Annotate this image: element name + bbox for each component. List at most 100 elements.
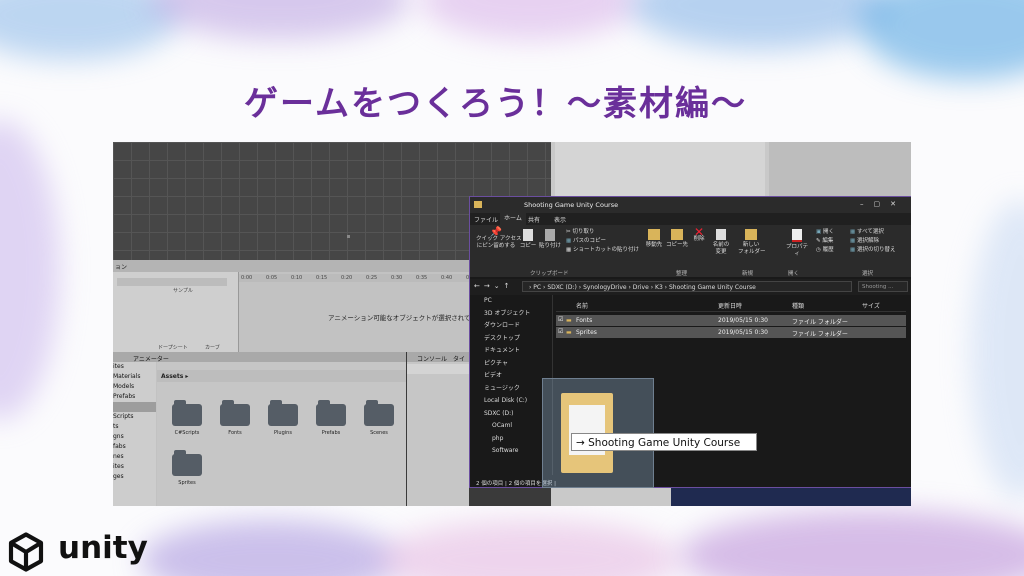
path-icon: ▦	[566, 238, 573, 244]
asset-folder[interactable]: Scenes	[359, 400, 399, 436]
file-row[interactable]: ☑ ▬ Fonts 2019/05/15 0:30 ファイル フォルダー	[556, 315, 906, 326]
screenshot-area: ョン サンプル ドープシート カーブ 0:00 0:05 0:10 0:15 0:20 0…	[113, 142, 911, 506]
file-name: Sprites	[576, 329, 597, 336]
tree-item[interactable]: fabs	[113, 442, 156, 452]
rename-icon	[716, 229, 726, 240]
copy-to-button[interactable]: コピー先	[666, 229, 688, 249]
asset-folder[interactable]: Fonts	[215, 400, 255, 436]
ruler-tick: 0:35	[416, 275, 428, 281]
tree-item[interactable]: ts	[113, 422, 156, 432]
tree-item[interactable]: Models	[113, 382, 156, 392]
nav-item[interactable]: Software	[470, 445, 552, 458]
tree-item[interactable]: gns	[113, 432, 156, 442]
nav-item[interactable]: ダウンロード	[470, 320, 552, 333]
select-none-button[interactable]: ▦ 選択解除	[850, 238, 879, 245]
ribbon: 📌 クイック アクセス にピン留めする コピー 貼り付け ✂ 切り取り ▦ パスの…	[470, 225, 911, 277]
copy-path-button[interactable]: ▦ パスのコピー	[566, 238, 606, 245]
tree-item[interactable]: Scripts	[113, 412, 156, 422]
drag-tooltip: → Shooting Game Unity Course	[571, 433, 757, 451]
tree-item[interactable]: Prefabs	[113, 392, 156, 402]
assets-view: Assets ▸ C#Scripts Fonts Plugins Prefabs Sce…	[157, 362, 406, 506]
pin-quick-access-button[interactable]: 📌 クイック アクセス にピン留めする	[476, 227, 521, 250]
nav-arrows-icon[interactable]: ←→⌄↑	[474, 282, 513, 290]
dopesheet-button[interactable]: ドープシート	[158, 344, 188, 351]
col-type[interactable]: 種類	[792, 301, 804, 310]
tree-item[interactable]: ites	[113, 362, 156, 372]
window-title: Shooting Game Unity Course	[524, 201, 619, 209]
edit-button[interactable]: ✎ 編集	[816, 238, 833, 245]
assets-breadcrumb[interactable]: Assets ▸	[161, 373, 188, 380]
paste-button[interactable]: 貼り付け	[538, 229, 562, 250]
folder-icon: ▬	[566, 317, 572, 324]
nav-item[interactable]: PC	[470, 295, 552, 308]
console-panel: コンソール タイム	[407, 352, 469, 506]
file-row[interactable]: ☑ ▬ Sprites 2019/05/15 0:30 ファイル フォルダー	[556, 327, 906, 338]
checkbox-icon[interactable]: ☑	[558, 328, 563, 335]
ribbon-tab[interactable]: ファイル	[474, 215, 498, 224]
animation-tab[interactable]: ョン	[115, 262, 127, 271]
asset-folder-label: Fonts	[228, 430, 242, 436]
copy-to-icon	[671, 229, 683, 240]
nav-item[interactable]: ピクチャ	[470, 358, 552, 371]
asset-folder[interactable]: C#Scripts	[167, 400, 207, 436]
nav-item[interactable]: ビデオ	[470, 370, 552, 383]
tree-item[interactable]: Materials	[113, 372, 156, 382]
select-all-button[interactable]: ▦ すべて選択	[850, 229, 884, 236]
open-icon: ▣	[816, 229, 823, 235]
history-button[interactable]: ◷ 履歴	[816, 247, 834, 254]
file-name: Fonts	[576, 317, 593, 324]
paste-shortcut-button[interactable]: ▦ ショートカットの貼り付け	[566, 247, 639, 254]
select-none-icon: ▦	[850, 238, 857, 244]
asset-folder[interactable]: Prefabs	[311, 400, 351, 436]
nav-item[interactable]: php	[470, 433, 552, 446]
tree-item[interactable]	[113, 402, 156, 412]
invert-selection-button[interactable]: ▦ 選択の切り替え	[850, 247, 895, 254]
ribbon-tab[interactable]: ホーム	[500, 213, 526, 225]
asset-folder[interactable]: Plugins	[263, 400, 303, 436]
nav-item[interactable]: ドキュメント	[470, 345, 552, 358]
window-controls[interactable]: –▢✕	[860, 200, 906, 208]
open-button[interactable]: ▣ 開く	[816, 229, 834, 236]
nav-item[interactable]: 3D オブジェクト	[470, 308, 552, 321]
folder-icon	[172, 450, 202, 476]
ruler-tick: 0:30	[391, 275, 403, 281]
pin-icon: 📌	[489, 227, 503, 238]
console-tab[interactable]: コンソール	[417, 354, 447, 363]
curves-button[interactable]: カーブ	[205, 344, 220, 351]
col-modified[interactable]: 更新日時	[718, 301, 742, 310]
tree-item[interactable]: ites	[113, 462, 156, 472]
ribbon-group-label: クリップボード	[530, 271, 569, 277]
copy-button[interactable]: コピー	[518, 229, 538, 250]
col-name[interactable]: 名前	[576, 301, 588, 310]
cut-button[interactable]: ✂ 切り取り	[566, 229, 594, 236]
nav-item[interactable]: ミュージック	[470, 383, 552, 396]
file-type: ファイル フォルダー	[792, 331, 848, 338]
folder-icon	[172, 400, 202, 426]
file-modified: 2019/05/15 0:30	[718, 317, 768, 324]
explorer-titlebar[interactable]: Shooting Game Unity Course –▢✕	[470, 197, 911, 213]
col-size[interactable]: サイズ	[862, 301, 880, 310]
new-folder-button[interactable]: 新しい フォルダー	[738, 229, 766, 256]
nav-item[interactable]: OCaml	[470, 420, 552, 433]
delete-button[interactable]: ✕ 削除	[690, 226, 708, 243]
unity-logo-icon	[8, 532, 44, 572]
search-input[interactable]: Shooting ...	[858, 281, 908, 292]
nav-item[interactable]: SDXC (D:)	[470, 408, 552, 421]
folder-icon	[316, 400, 346, 426]
nav-item[interactable]: Local Disk (C:)	[470, 395, 552, 408]
asset-folder-label: C#Scripts	[174, 430, 200, 436]
project-panel: アニメーター ites Materials Models Prefabs Scripts…	[113, 352, 406, 506]
tree-item[interactable]: ges	[113, 472, 156, 482]
move-to-button[interactable]: 移動先	[644, 229, 664, 249]
rename-button[interactable]: 名前の 変更	[710, 229, 732, 256]
address-bar[interactable]: › PC › SDXC (D:) › SynologyDrive › Drive…	[522, 281, 852, 292]
arrow-icon: →	[576, 437, 589, 449]
ribbon-tab[interactable]: 表示	[554, 215, 566, 224]
asset-folder[interactable]: Sprites	[167, 450, 207, 486]
ribbon-tab[interactable]: 共有	[528, 215, 540, 224]
tree-item[interactable]: nes	[113, 452, 156, 462]
properties-button[interactable]: プロパティ	[784, 229, 810, 258]
ruler-tick: 0:00	[241, 275, 253, 281]
nav-item[interactable]: デスクトップ	[470, 333, 552, 346]
checkbox-icon[interactable]: ☑	[558, 316, 563, 323]
